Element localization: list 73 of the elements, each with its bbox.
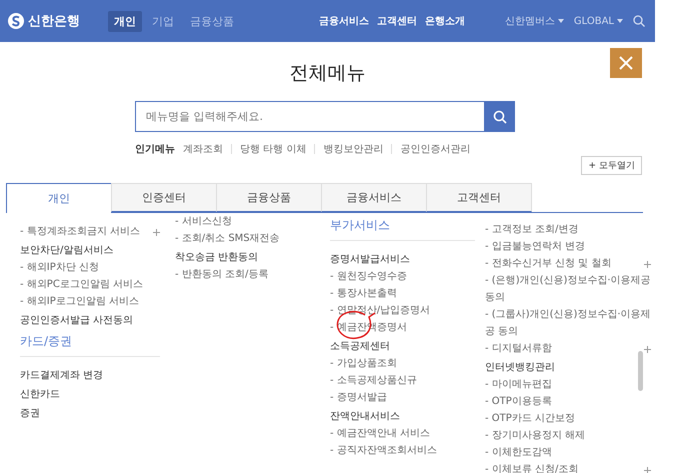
menu-link[interactable]: - 마이메뉴편집 [485, 376, 552, 393]
menu-link[interactable]: - 예금잔액안내 서비스 [330, 425, 430, 442]
menu-tab[interactable]: 금융상품 [216, 183, 322, 212]
menu-link[interactable]: - (그룹사)개인(신용)정보수집·이용제공 동의 [485, 306, 651, 340]
logo-text: 신한은행 [28, 13, 80, 30]
menu-link[interactable]: - (은행)개인(신용)정보수집·이용제공 동의 [485, 272, 651, 306]
logo-icon [8, 13, 24, 29]
menu-link[interactable]: - 증명서발급 [330, 389, 387, 406]
dropdown-link[interactable]: 신한멤버스 [504, 14, 564, 28]
menu-link[interactable]: - 소득공제상품신규 [330, 372, 417, 389]
menu-group-title: 인터넷뱅킹관리 [485, 361, 555, 375]
popular-menu-link[interactable]: 뱅킹보안관리 [323, 142, 384, 156]
close-button[interactable] [610, 48, 642, 78]
search-icon [492, 110, 506, 124]
menu-tab[interactable]: 개인 [6, 183, 112, 213]
section-heading: 부가서비스 [330, 213, 475, 241]
menu-link[interactable]: - 이체한도감액 [485, 444, 552, 461]
menu-tab[interactable]: 금융서비스 [321, 183, 427, 212]
page-title: 전체메뉴 [290, 61, 366, 86]
menu-link[interactable]: - 원천징수영수증 [330, 268, 407, 285]
menu-link[interactable]: - 가입상품조회 [330, 355, 397, 372]
plus-icon[interactable] [153, 229, 160, 236]
menu-link[interactable]: - 통장사본출력 [330, 285, 397, 302]
scrollbar-thumb[interactable] [638, 351, 643, 391]
menu-link[interactable]: - OTP이용등록 [485, 393, 552, 410]
menu-link[interactable]: - 서비스신청 [175, 213, 232, 230]
plus-icon[interactable] [644, 467, 651, 473]
menu-link[interactable]: - 특정계좌조회금지 서비스 [20, 223, 140, 240]
popular-menu-link[interactable]: 당행 타행 이체 [240, 142, 306, 156]
menu-link[interactable]: - 조회/취소 SMS재전송 [175, 230, 280, 247]
nav-tab[interactable]: 개인 [108, 10, 142, 32]
menu-tab[interactable]: 인증센터 [111, 183, 217, 212]
nav-link[interactable]: 금융서비스 [318, 14, 369, 28]
menu-link[interactable]: - 해외IP차단 신청 [20, 259, 99, 276]
menu-group-title: 잔액안내서비스 [330, 410, 400, 424]
menu-group-title: 카드결제계좌 변경 [20, 369, 104, 383]
menu-group-title: 증권 [20, 407, 40, 421]
nav-link[interactable]: 고객센터 [376, 14, 417, 28]
menu-tab[interactable]: 고객센터 [426, 183, 532, 212]
nav-tab[interactable]: 금융상품 [184, 10, 240, 32]
menu-link[interactable]: - 입금불능연락처 변경 [485, 238, 585, 255]
menu-link[interactable]: - 전화수신거부 신청 및 철회 [485, 255, 612, 272]
caret-icon [617, 19, 623, 23]
menu-link[interactable]: - 해외PC로그인알림 서비스 [20, 276, 143, 293]
menu-group-title: 착오송금 반환동의 [175, 251, 258, 265]
close-icon [619, 56, 633, 70]
popular-menu-label: 인기메뉴 [135, 143, 175, 156]
plus-icon[interactable] [644, 346, 651, 353]
expand-all-button[interactable]: + 모두열기 [581, 156, 642, 175]
popular-menu-link[interactable]: 공인인증서관리 [400, 142, 470, 156]
section-heading: 카드/증권 [20, 329, 160, 357]
menu-link[interactable]: - 공직자잔액조회서비스 [330, 442, 437, 459]
menu-link[interactable]: - 반환동의 조회/등록 [175, 266, 268, 283]
popular-menu-link[interactable]: 계좌조회 [183, 142, 223, 156]
plus-icon[interactable] [644, 261, 651, 268]
menu-group-title: 공인인증서발급 사전동의 [20, 314, 134, 328]
menu-link[interactable]: - 장기미사용정지 해제 [485, 427, 585, 444]
search-button[interactable] [484, 101, 515, 132]
nav-link[interactable]: 은행소개 [424, 14, 465, 28]
menu-link[interactable]: - 연말정산/납입증명서 [330, 302, 430, 319]
menu-group-title: 소득공제센터 [330, 340, 390, 354]
menu-link[interactable]: - 해외IP로그인알림 서비스 [20, 293, 139, 310]
nav-tab[interactable]: 기업 [146, 10, 180, 32]
menu-group-title: 증명서발급서비스 [330, 253, 410, 267]
dropdown-link[interactable]: GLOBAL [574, 16, 623, 26]
menu-link[interactable]: - 고객정보 조회/변경 [485, 221, 578, 238]
menu-link[interactable]: - OTP카드 시간보정 [485, 410, 575, 427]
caret-icon [558, 19, 564, 23]
menu-group-title: 신한카드 [20, 388, 60, 402]
menu-group-title: 보안차단/알림서비스 [20, 244, 114, 258]
search-field[interactable]: 메뉴명을 입력해주세요. [135, 101, 484, 132]
search-icon[interactable] [633, 15, 645, 27]
menu-link[interactable]: - 디지털서류함 [485, 340, 552, 357]
